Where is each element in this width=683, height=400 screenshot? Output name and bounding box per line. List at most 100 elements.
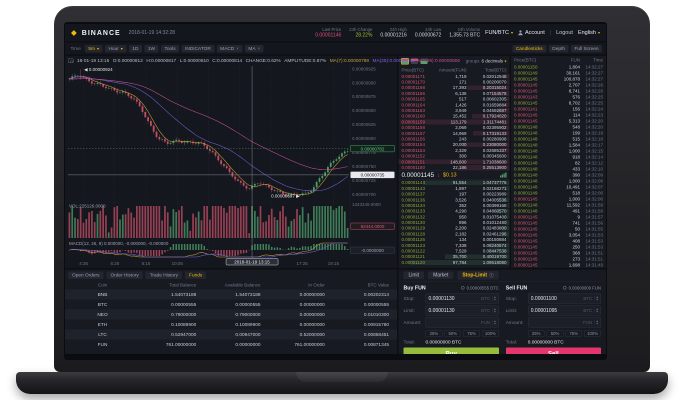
camera-icon[interactable]: [68, 59, 74, 64]
field-label: Amount:: [404, 320, 426, 326]
trade-history-panel: Price(BTC)FUNTime 0.000011501,80414:32:2…: [511, 56, 606, 268]
svg-text:2018-01-19 13:15: 2018-01-19 13:15: [234, 259, 270, 264]
svg-text:MACD(12, 26, 9) 0.000000, -0: MACD(12, 26, 9) 0.000000, -0.000000, -0.…: [69, 241, 169, 246]
logout-button[interactable]: Logout: [556, 30, 573, 36]
order-type-tab-stop-limit[interactable]: Stop-Limitⓘ: [457, 271, 498, 280]
buy-percent-row: 25%50%75%100%: [426, 330, 499, 337]
trade-time: 14:32:18: [580, 137, 603, 142]
trade-amount: 10,491: [546, 185, 580, 190]
ticker-stat-label: 24h Low: [415, 27, 441, 32]
close-icon[interactable]: ×: [236, 46, 239, 51]
total-cell: 0.02461296: [467, 231, 507, 236]
stepper-down-icon[interactable]: ▾: [596, 311, 598, 314]
trade-amount: 30,161: [546, 71, 580, 76]
legend-token: MA(25):0.00000795: [373, 58, 415, 64]
buy-limit-input[interactable]: 0.00001130BTC▴▾: [426, 306, 499, 316]
tab-funds[interactable]: Funds: [185, 271, 206, 279]
sell-stop-input[interactable]: 0.00001100BTC▴▾: [528, 294, 601, 304]
stepper-down-icon[interactable]: ▾: [494, 299, 496, 302]
toolbar-button-hour[interactable]: Hour▾: [105, 45, 126, 53]
buy-stop-input[interactable]: 0.00001130BTC▴▾: [426, 294, 499, 304]
order-book-sell-row[interactable]: 0.0000115022,1860.25513900: [399, 165, 510, 171]
buy-percent-25[interactable]: 25%: [426, 330, 443, 337]
svg-text:0.00000750: 0.00000750: [352, 164, 376, 169]
order-forms: Buy FUN0.00000555 BTCStop:0.00001130BTC▴…: [404, 282, 602, 355]
funds-cell: 0.52947000: [140, 332, 204, 338]
trade-price: 0.00001145: [514, 263, 546, 268]
stepper-down-icon[interactable]: ▾: [596, 323, 598, 326]
toolbar-button-candlesticks[interactable]: Candlesticks: [512, 45, 546, 53]
sell-button[interactable]: Sell: [506, 348, 601, 355]
sell-limit-input[interactable]: 0.00001095BTC▴▾: [528, 306, 601, 316]
account-menu[interactable]: Account: [518, 30, 545, 36]
toolbar-button-tools[interactable]: Tools: [161, 45, 179, 53]
close-icon[interactable]: ×: [258, 46, 261, 51]
total-cell: 1.04737776: [467, 180, 507, 185]
trade-amount: 1,804: [546, 65, 580, 70]
toolbar-button-1w[interactable]: 1W: [144, 45, 158, 53]
trade-amount: 368: [546, 251, 580, 256]
trade-price: 0.00001145: [514, 221, 546, 226]
person-icon: [518, 30, 523, 36]
sell-amount-input[interactable]: FUN▴▾: [528, 318, 601, 328]
amount-cell: 134: [438, 237, 467, 242]
tab-order-history[interactable]: Order History: [106, 271, 142, 279]
price-cell: 0.00001165: [402, 97, 438, 102]
sell-percent-25[interactable]: 25%: [528, 330, 545, 337]
depth-chart-icon[interactable]: [500, 173, 507, 178]
stepper-down-icon[interactable]: ▾: [494, 323, 496, 326]
order-book-header: Price(BTC)Amount(FUN)Total(BTC): [399, 66, 510, 74]
toolbar-button-depth[interactable]: Depth: [549, 45, 569, 53]
amount-cell: 7,338: [438, 243, 467, 248]
field-value: 0.00001130: [429, 308, 455, 314]
amount-cell: 148,600: [438, 159, 467, 164]
buy-percent-75[interactable]: 75%: [463, 330, 480, 337]
order-type-tab-market[interactable]: Market: [428, 272, 453, 280]
trade-history-rows: 0.000011501,80414:32:270.0000114930,1611…: [511, 64, 606, 268]
svg-text:19:15: 19:15: [328, 261, 340, 266]
trade-price: 0.00001145: [514, 197, 546, 202]
order-type-tab-limit[interactable]: Limit: [404, 272, 425, 280]
pair-selector[interactable]: FUN/BTC ▾: [485, 30, 513, 36]
chart-toolbar: Time5m▾Hour▾1D1WToolsINDICATORMACD×MA× C…: [65, 43, 606, 55]
bottom-row: Open OrdersOrder History Trade HistoryFun…: [65, 270, 606, 355]
sell-percent-75[interactable]: 75%: [565, 330, 582, 337]
buy-amount-input[interactable]: FUN▴▾: [426, 318, 499, 328]
trade-price: 0.00001148: [514, 173, 546, 178]
funds-row-fun: FUN761.000000000.00000000761.000000000.0…: [65, 340, 397, 350]
chart-canvas[interactable]: 0.000009250.000009000.000008750.00000850…: [65, 56, 397, 268]
trade-price: 0.00001148: [514, 185, 546, 190]
toolbar-button-1d[interactable]: 1D: [129, 45, 142, 53]
buy-percent-50[interactable]: 50%: [444, 330, 461, 337]
tab-trade-history[interactable]: Trade History: [146, 271, 182, 279]
svg-text:6:25: 6:25: [110, 261, 119, 266]
toolbar-button-time[interactable]: Time: [69, 45, 82, 53]
toolbar-button-5m[interactable]: 5m▾: [85, 45, 103, 53]
toolbar-button-macd[interactable]: MACD×: [217, 45, 243, 53]
toolbar-button-full-screen[interactable]: Full Screen: [571, 45, 602, 53]
funds-cell: 0.10089900: [204, 322, 268, 328]
buy-percent-100[interactable]: 100%: [482, 330, 499, 337]
trade-row[interactable]: 0.000011451,69814:31:49: [511, 262, 606, 268]
stepper-down-icon[interactable]: ▾: [494, 311, 496, 314]
binance-app: ◆ BINANCE 2018-01-19 14:32:28 Last Price…: [65, 24, 606, 354]
laptop-screen: ◆ BINANCE 2018-01-19 14:32:28 Last Price…: [64, 22, 607, 360]
stepper-down-icon[interactable]: ▾: [596, 299, 598, 302]
decimals-selector[interactable]: 6 decimals ▾: [481, 59, 506, 64]
tab-open-orders[interactable]: Open Orders: [68, 271, 103, 279]
sell-field-stop: Stop:0.00001100BTC▴▾: [506, 294, 601, 304]
sell-percent-100[interactable]: 100%: [584, 330, 601, 337]
price-cell: 0.00001152: [402, 154, 438, 159]
buy-available-balance: 0.00000555 BTC: [461, 285, 499, 290]
toolbar-button-ma[interactable]: MA×: [245, 45, 264, 53]
buy-button[interactable]: Buy: [404, 348, 499, 355]
language-selector[interactable]: English ▾: [578, 30, 600, 36]
amount-cell: 950: [438, 214, 467, 219]
sell-percent-50[interactable]: 50%: [547, 330, 564, 337]
total-cell: 0.01075400: [467, 214, 507, 219]
toolbar-button-indicator[interactable]: INDICATOR: [182, 45, 215, 53]
caret-down-icon: ▾: [511, 30, 513, 35]
trade-time: 14:32:15: [580, 149, 603, 154]
order-book-buy-row[interactable]: 0.0000112097,7841.09518080: [399, 260, 510, 266]
svg-text:0.00000900: 0.00000900: [352, 80, 376, 85]
